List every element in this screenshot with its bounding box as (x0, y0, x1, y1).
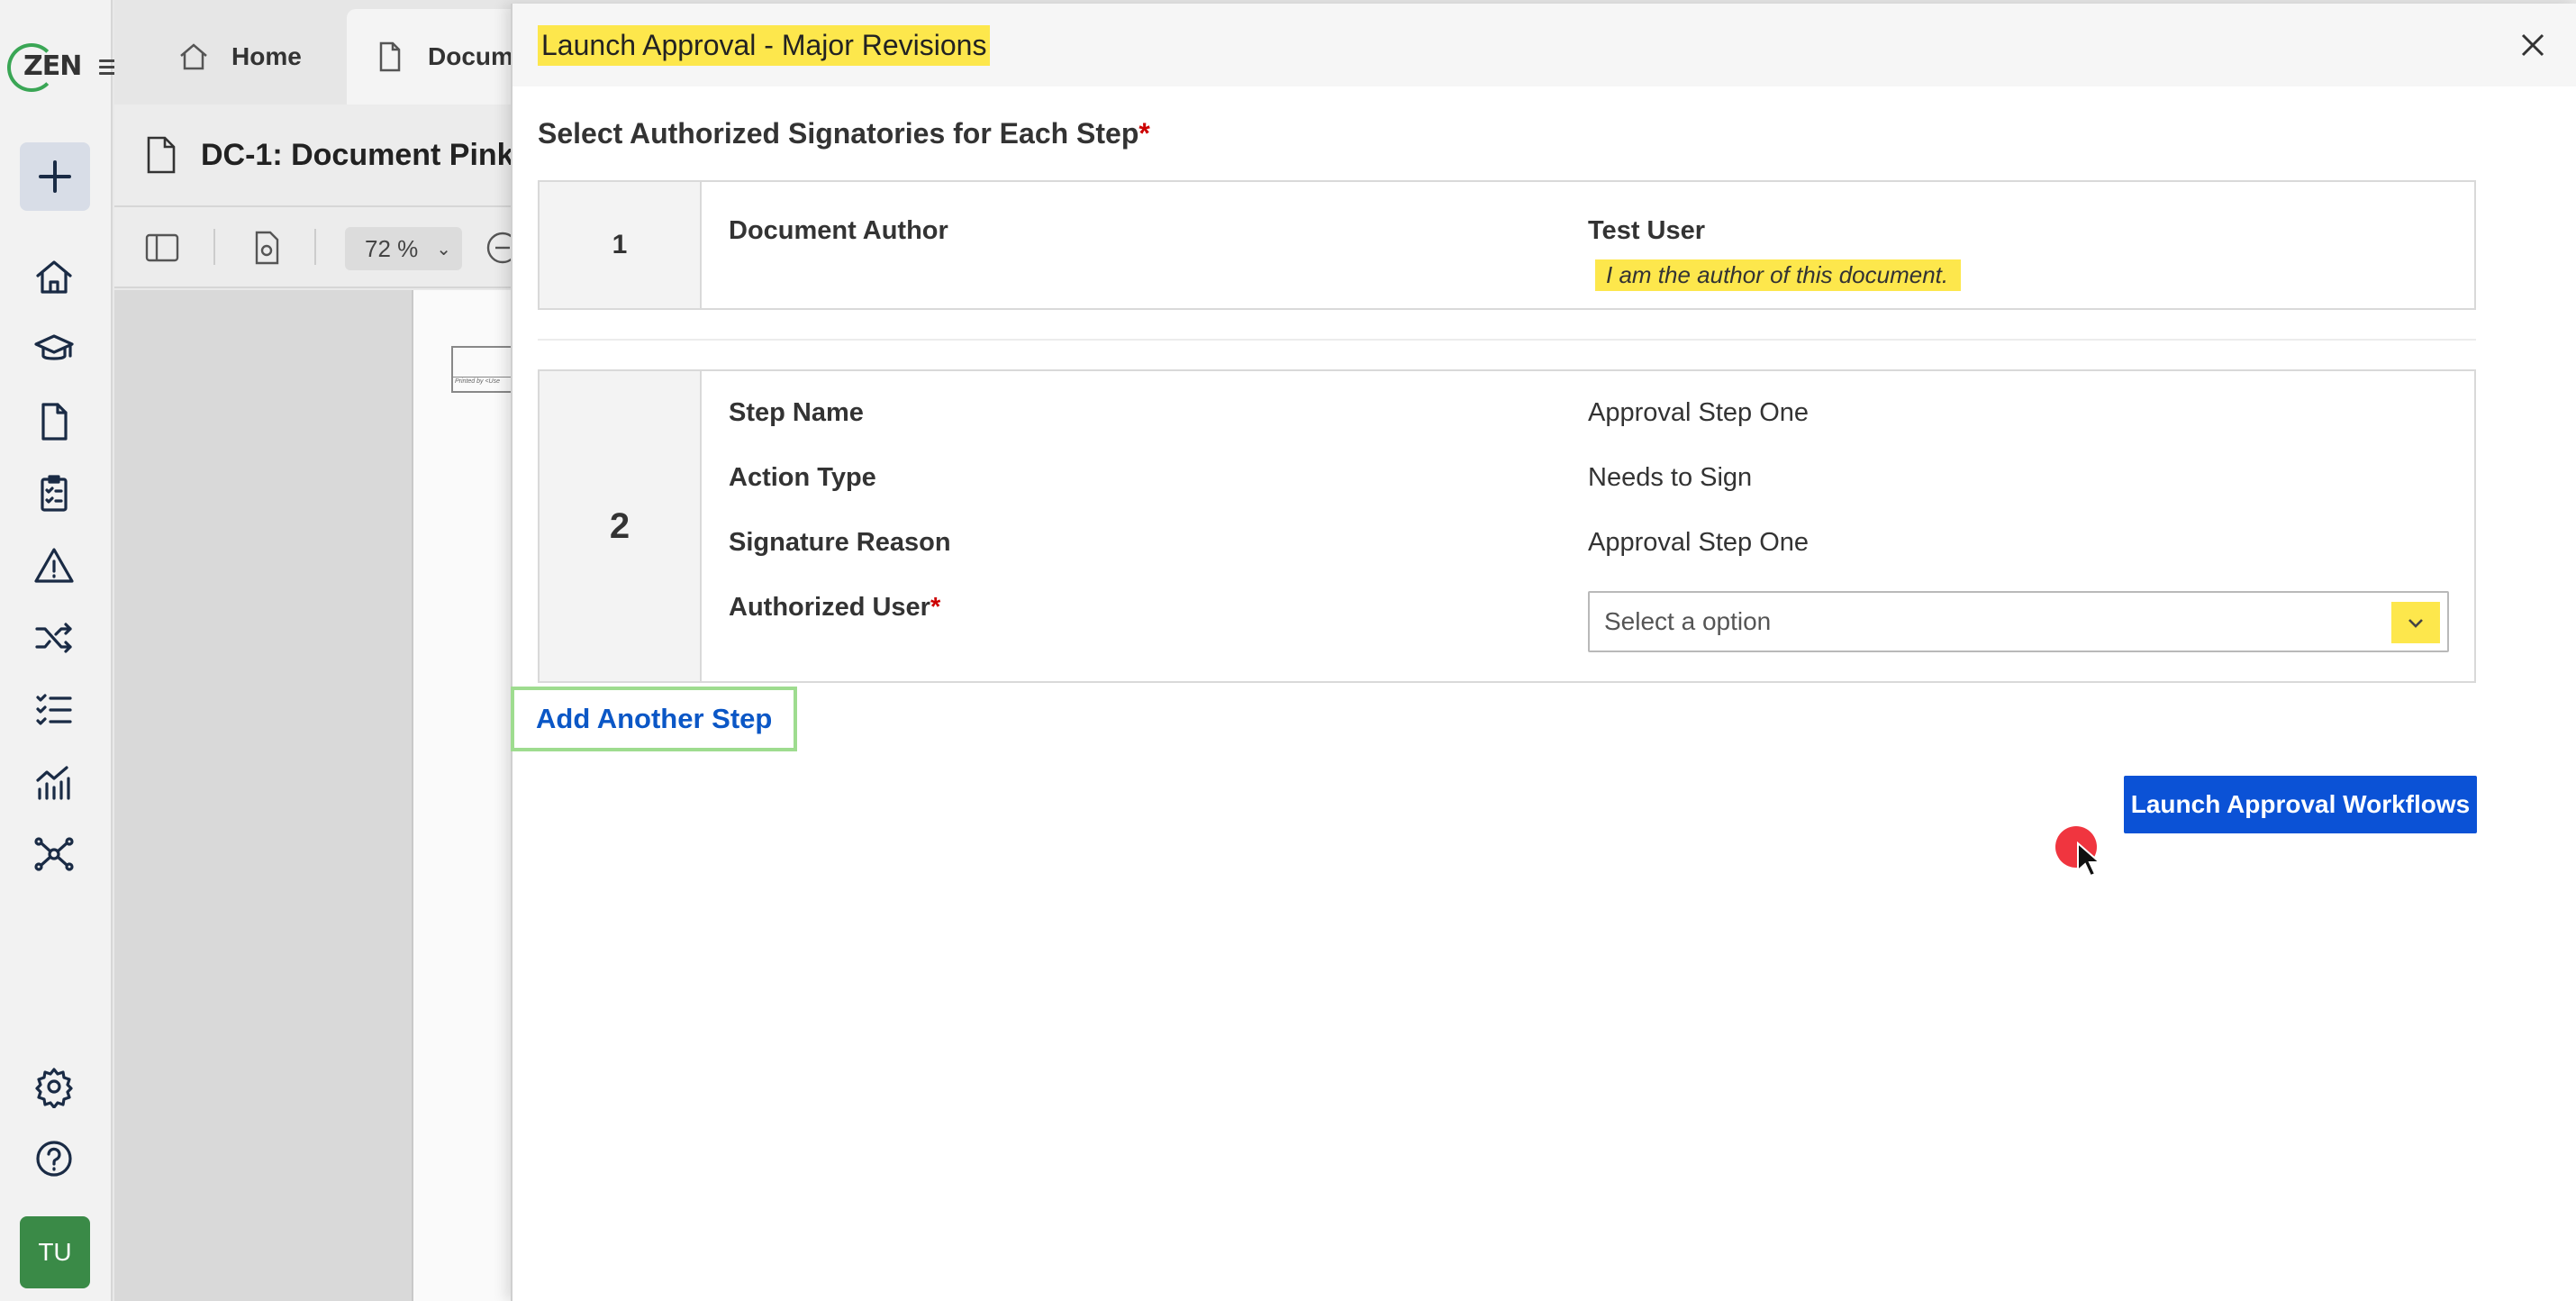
viewer-toolbar: 72 % ⌄ (114, 207, 565, 288)
nav-changes[interactable] (31, 614, 77, 661)
signature-reason-value: Approval Step One (1588, 528, 1810, 557)
document-settings-icon[interactable] (248, 229, 286, 267)
authorized-user-select[interactable]: Select a option (1588, 591, 2449, 652)
nav-issues[interactable] (31, 542, 77, 589)
nav-training[interactable] (31, 326, 77, 373)
shuffle-icon (35, 623, 72, 653)
nav-analytics[interactable] (31, 759, 77, 805)
step-number: 1 (540, 182, 702, 308)
left-nav-rail: ZEN TU (0, 0, 122, 1301)
user-avatar[interactable]: TU (20, 1216, 90, 1288)
document-viewer: Printed by <Use (114, 290, 565, 1301)
signature-reason-label: Signature Reason (729, 528, 951, 557)
close-icon (2521, 33, 2544, 57)
step-name-label: Step Name (729, 398, 864, 427)
action-type-value: Needs to Sign (1588, 463, 1753, 492)
mouse-cursor-icon (2077, 842, 2101, 878)
author-statement: I am the author of this document. (1595, 259, 1962, 291)
step-1-card: 1 Document Author Test User I am the aut… (538, 180, 2476, 310)
step-2-card: 2 Step Name Approval Step One Action Typ… (538, 369, 2476, 683)
section-title: Select Authorized Signatories for Each S… (538, 117, 1150, 150)
clipboard-checklist-icon (41, 475, 68, 512)
home-icon (180, 43, 207, 70)
training-cap-icon (34, 334, 74, 360)
warning-icon (34, 548, 74, 583)
document-icon (147, 136, 176, 174)
print-stamp: Printed by <Use (451, 346, 514, 393)
dialog-header: Launch Approval - Major Revisions (512, 4, 2576, 86)
action-type-label: Action Type (729, 463, 876, 492)
divider (538, 339, 2476, 341)
zen-logo: ZEN (7, 40, 82, 94)
launch-approval-dialog: Launch Approval - Major Revisions Select… (511, 4, 2576, 1301)
plus-icon (39, 160, 71, 193)
network-icon (34, 837, 74, 871)
close-button[interactable] (2515, 27, 2551, 63)
document-title: DC-1: Document Pink (201, 137, 514, 172)
nav-tasks[interactable] (31, 687, 77, 733)
create-new-button[interactable] (20, 142, 90, 211)
required-marker: * (1138, 117, 1150, 150)
toggle-sidebar-icon[interactable] (143, 229, 181, 267)
dialog-title: Launch Approval - Major Revisions (538, 25, 991, 66)
gear-icon (35, 1068, 73, 1108)
document-icon (379, 41, 401, 72)
help-icon (36, 1141, 72, 1177)
select-placeholder: Select a option (1604, 607, 1772, 635)
document-title-bar: DC-1: Document Pink (114, 105, 565, 207)
authorized-user-label: Authorized User* (729, 593, 941, 622)
task-list-icon (36, 694, 72, 725)
nav-network[interactable] (31, 831, 77, 878)
add-another-step-button[interactable]: Add Another Step (511, 687, 798, 751)
nav-documents[interactable] (31, 398, 77, 445)
step-1-user: Test User (1588, 216, 1706, 245)
zoom-select[interactable]: 72 % ⌄ (345, 227, 462, 270)
step-number: 2 (540, 371, 702, 681)
chevron-down-icon: ⌄ (436, 239, 452, 259)
nav-settings[interactable] (31, 1063, 77, 1110)
nav-home[interactable] (31, 254, 77, 301)
nav-help[interactable] (31, 1135, 77, 1182)
analytics-icon (36, 766, 70, 800)
tab-home[interactable]: Home (177, 9, 302, 105)
required-marker: * (930, 593, 941, 622)
chevron-down-icon (2408, 619, 2423, 628)
dropdown-toggle[interactable] (2391, 602, 2440, 643)
step-name-value: Approval Step One (1588, 398, 1810, 427)
document-icon (41, 403, 68, 441)
step-1-label: Document Author (729, 216, 948, 245)
launch-approval-workflows-button[interactable]: Launch Approval Workflows (2124, 776, 2477, 833)
home-icon (36, 260, 72, 294)
nav-checklists[interactable] (31, 470, 77, 517)
